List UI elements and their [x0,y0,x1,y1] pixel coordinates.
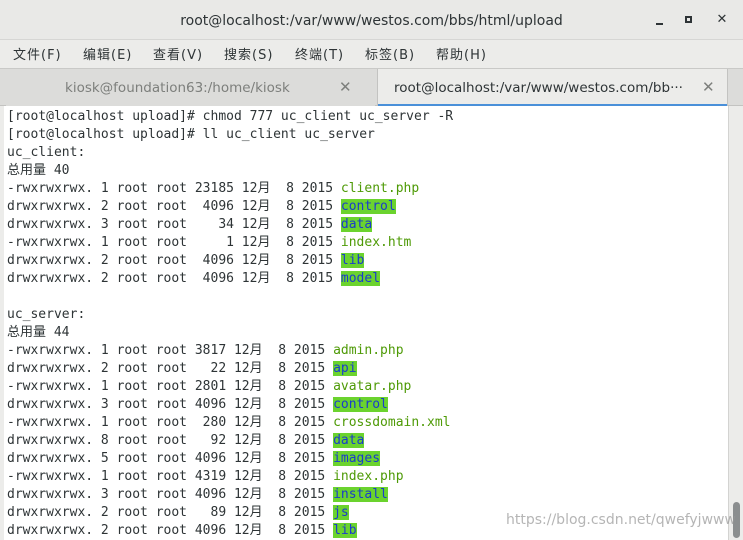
terminal-filename: index.php [333,469,404,484]
terminal-filename: admin.php [333,343,404,358]
terminal-output[interactable]: [root@localhost upload]# chmod 777 uc_cl… [4,106,728,540]
terminal-filename: js [333,505,349,520]
terminal-filename: avatar.php [333,379,412,394]
terminal-line: [root@localhost upload]# chmod 777 uc_cl… [7,108,453,126]
terminal-text: 总用量 44 [7,325,70,340]
tab-bar: kiosk@foundation63:/home/kiosk ✕ root@lo… [0,68,743,107]
terminal-line: drwxrwxrwx. 2 root root 4096 12月 8 2015 … [7,252,453,270]
terminal-line: drwxrwxrwx. 2 root root 4096 12月 8 2015 … [7,198,453,216]
terminal-filename: client.php [340,181,420,196]
terminal-line: uc_server: [7,306,453,324]
terminal-line: uc_client: [7,144,453,162]
terminal-line: [root@localhost upload]# ll uc_client uc… [7,126,453,144]
terminal-line: -rwxrwxrwx. 1 root root 2801 12月 8 2015 … [7,378,453,396]
terminal-line: drwxrwxrwx. 2 root root 89 12月 8 2015 js [7,504,453,522]
terminal-text: drwxrwxrwx. 2 root root 4096 12月 8 2015 [7,523,334,538]
menu-help[interactable]: 帮助(H) [436,44,487,63]
terminal-filename: lib [333,523,357,538]
minimize-icon [656,23,663,25]
menu-file[interactable]: 文件(F) [13,44,62,63]
terminal-text: drwxrwxrwx. 3 root root 4096 12月 8 2015 [7,397,334,412]
close-button[interactable]: ✕ [713,11,731,29]
terminal-filename: control [333,397,388,412]
terminal-text: -rwxrwxrwx. 1 root root 2801 12月 8 2015 [7,379,334,394]
menu-bar: 文件(F) 编辑(E) 查看(V) 搜索(S) 终端(T) 标签(B) 帮助(H… [0,40,743,67]
terminal-filename: data [340,217,373,232]
terminal-text: [root@localhost upload]# ll uc_client uc… [7,127,375,142]
menu-terminal[interactable]: 终端(T) [295,44,344,63]
terminal-line: drwxrwxrwx. 3 root root 4096 12月 8 2015 … [7,396,453,414]
terminal-text: 总用量 40 [7,163,70,178]
terminal-window: root@localhost:/var/www/westos.com/bbs/h… [0,0,743,540]
terminal-text: uc_server: [7,307,86,322]
window-title: root@localhost:/var/www/westos.com/bbs/h… [180,13,563,29]
menu-edit[interactable]: 编辑(E) [83,44,132,63]
terminal-line: -rwxrwxrwx. 1 root root 3817 12月 8 2015 … [7,342,453,360]
terminal-filename: install [333,487,388,502]
terminal-text: -rwxrwxrwx. 1 root root 4319 12月 8 2015 [7,469,334,484]
tab-close-icon[interactable]: ✕ [702,78,715,96]
terminal-text: drwxrwxrwx. 8 root root 92 12月 8 2015 [7,433,334,448]
terminal-text: drwxrwxrwx. 2 root root 22 12月 8 2015 [7,361,334,376]
tab-label: kiosk@foundation63:/home/kiosk [65,80,290,96]
terminal-text: -rwxrwxrwx. 1 root root 1 12月 8 2015 [7,235,341,250]
terminal-line: drwxrwxrwx. 2 root root 22 12月 8 2015 ap… [7,360,453,378]
terminal-line: 总用量 44 [7,324,453,342]
terminal-text: drwxrwxrwx. 3 root root 34 12月 8 2015 [7,217,341,232]
menu-tabs[interactable]: 标签(B) [365,44,415,63]
terminal-filename: api [333,361,357,376]
terminal-line: drwxrwxrwx. 8 root root 92 12月 8 2015 da… [7,432,453,450]
terminal-line: drwxrwxrwx. 5 root root 4096 12月 8 2015 … [7,450,453,468]
title-bar[interactable]: root@localhost:/var/www/westos.com/bbs/h… [0,0,743,40]
minimize-button[interactable] [651,11,669,29]
terminal-filename: model [340,271,381,286]
terminal-text: uc_client: [7,145,86,160]
terminal-text: -rwxrwxrwx. 1 root root 280 12月 8 2015 [7,415,334,430]
terminal-filename: lib [340,253,365,268]
terminal-line: drwxrwxrwx. 2 root root 4096 12月 8 2015 … [7,522,453,540]
terminal-line: -rwxrwxrwx. 1 root root 23185 12月 8 2015… [7,180,453,198]
terminal-text: drwxrwxrwx. 2 root root 4096 12月 8 2015 [7,199,341,214]
maximize-icon [685,16,692,23]
scrollbar[interactable] [728,106,743,540]
terminal-line: drwxrwxrwx. 2 root root 4096 12月 8 2015 … [7,270,453,288]
terminal-line: -rwxrwxrwx. 1 root root 1 12月 8 2015 ind… [7,234,453,252]
menu-search[interactable]: 搜索(S) [224,44,273,63]
maximize-button[interactable] [680,11,698,29]
terminal-text: drwxrwxrwx. 2 root root 4096 12月 8 2015 [7,253,341,268]
tab-kiosk[interactable]: kiosk@foundation63:/home/kiosk ✕ [6,69,375,106]
tab-label: root@localhost:/var/www/westos.com/bb··· [394,80,683,96]
terminal-text: drwxrwxrwx. 3 root root 4096 12月 8 2015 [7,487,334,502]
terminal-text: drwxrwxrwx. 2 root root 89 12月 8 2015 [7,505,334,520]
terminal-line: 总用量 40 [7,162,453,180]
terminal-line: drwxrwxrwx. 3 root root 34 12月 8 2015 da… [7,216,453,234]
terminal-filename: crossdomain.xml [333,415,451,430]
terminal-lines: [root@localhost upload]# chmod 777 uc_cl… [7,108,453,540]
terminal-filename: data [333,433,365,448]
terminal-line: -rwxrwxrwx. 1 root root 4319 12月 8 2015 … [7,468,453,486]
tab-root[interactable]: root@localhost:/var/www/westos.com/bb···… [377,69,728,107]
terminal-text: drwxrwxrwx. 2 root root 4096 12月 8 2015 [7,271,341,286]
tab-close-icon[interactable]: ✕ [339,78,352,96]
terminal-text: [root@localhost upload]# chmod 777 uc_cl… [7,109,454,124]
close-icon: ✕ [716,12,728,27]
watermark: https://blog.csdn.net/qwefyjwww [506,512,736,528]
terminal-line: -rwxrwxrwx. 1 root root 280 12月 8 2015 c… [7,414,453,432]
terminal-text: -rwxrwxrwx. 1 root root 23185 12月 8 2015 [7,181,341,196]
terminal-text: drwxrwxrwx. 5 root root 4096 12月 8 2015 [7,451,334,466]
terminal-text: -rwxrwxrwx. 1 root root 3817 12月 8 2015 [7,343,334,358]
terminal-filename: control [340,199,396,214]
terminal-filename: images [333,451,381,466]
terminal-filename: index.htm [340,235,412,250]
terminal-line: drwxrwxrwx. 3 root root 4096 12月 8 2015 … [7,486,453,504]
menu-view[interactable]: 查看(V) [153,44,203,63]
